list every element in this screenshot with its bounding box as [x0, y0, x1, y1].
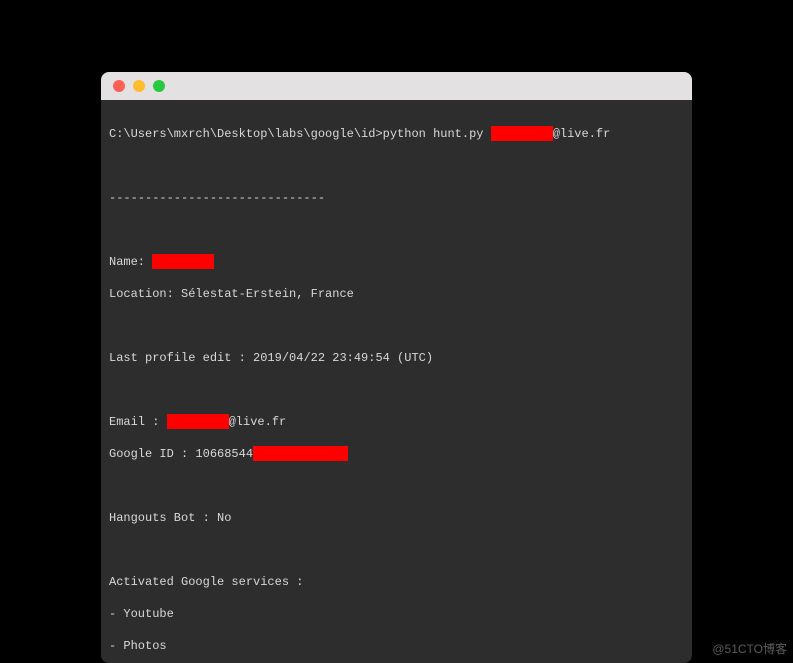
email-line: Email : xxxxxx@live.fr — [109, 414, 684, 430]
services-header: Activated Google services : — [109, 574, 684, 590]
google-id-label: Google ID : — [109, 447, 195, 461]
email-label: Email : — [109, 415, 167, 429]
terminal-window: C:\Users\mxrch\Desktop\labs\google\id>py… — [101, 72, 692, 663]
location-label: Location: — [109, 287, 181, 301]
hangouts-value: No — [217, 511, 231, 525]
close-icon[interactable] — [113, 80, 125, 92]
last-edit-line: Last profile edit : 2019/04/22 23:49:54 … — [109, 350, 684, 366]
command-text: python hunt.py — [383, 127, 491, 141]
divider: ------------------------------ — [109, 190, 684, 206]
hangouts-label: Hangouts Bot : — [109, 511, 217, 525]
name-line: Name: xxxxxxx — [109, 254, 684, 270]
terminal-output[interactable]: C:\Users\mxrch\Desktop\labs\google\id>py… — [101, 100, 692, 663]
name-label: Name: — [109, 255, 152, 269]
google-id-prefix: 10668544 — [195, 447, 253, 461]
prompt-path: C:\Users\mxrch\Desktop\labs\google\id> — [109, 127, 383, 141]
google-id-line: Google ID : 10668544xxxxxxxxxxx — [109, 446, 684, 462]
email-domain: @live.fr — [553, 127, 611, 141]
email-domain-2: @live.fr — [229, 415, 287, 429]
service-photos: - Photos — [109, 638, 684, 654]
last-edit-label: Last profile edit : — [109, 351, 253, 365]
redacted-name: xxxxxxx — [152, 254, 214, 269]
location-value: Sélestat-Erstein, France — [181, 287, 354, 301]
minimize-icon[interactable] — [133, 80, 145, 92]
redacted-email-user-2: xxxxxx — [167, 414, 229, 429]
hangouts-line: Hangouts Bot : No — [109, 510, 684, 526]
prompt-line: C:\Users\mxrch\Desktop\labs\google\id>py… — [109, 126, 684, 142]
location-line: Location: Sélestat-Erstein, France — [109, 286, 684, 302]
redacted-email-user: xxxxxxx — [491, 126, 553, 141]
redacted-google-id: xxxxxxxxxxx — [253, 446, 348, 461]
window-titlebar — [101, 72, 692, 100]
service-youtube: - Youtube — [109, 606, 684, 622]
maximize-icon[interactable] — [153, 80, 165, 92]
last-edit-value: 2019/04/22 23:49:54 (UTC) — [253, 351, 433, 365]
watermark: @51CTO博客 — [712, 640, 787, 657]
